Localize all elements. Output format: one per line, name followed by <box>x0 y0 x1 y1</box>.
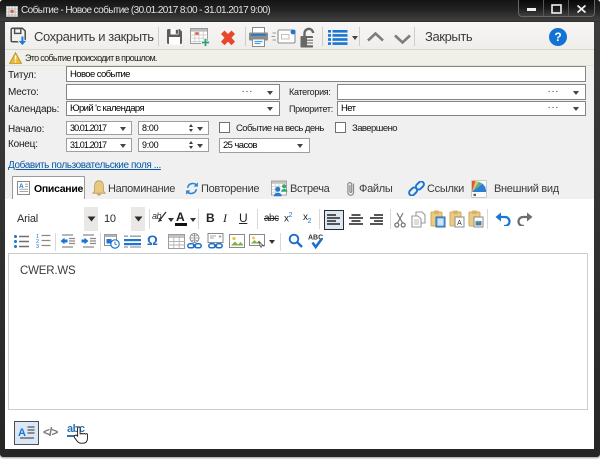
svg-text:A: A <box>18 427 26 439</box>
svg-text:?: ? <box>554 30 561 44</box>
svg-text:3: 3 <box>36 244 39 248</box>
svg-text:A: A <box>457 220 462 227</box>
